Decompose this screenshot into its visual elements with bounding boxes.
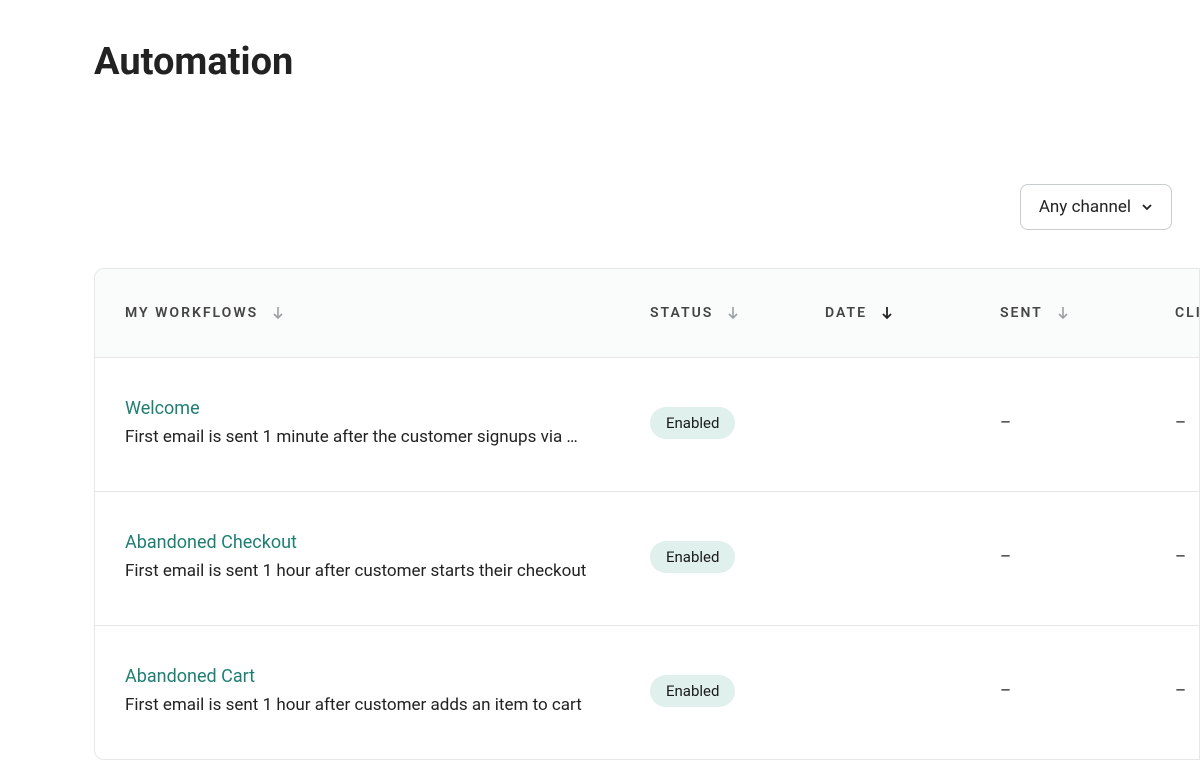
channel-filter-label: Any channel bbox=[1039, 197, 1131, 217]
workflow-cell: Abandoned Cart First email is sent 1 hou… bbox=[125, 666, 650, 715]
sent-cell: – bbox=[1000, 547, 1175, 567]
workflow-description: First email is sent 1 minute after the c… bbox=[125, 427, 630, 447]
click-cell: – bbox=[1175, 413, 1200, 433]
status-badge: Enabled bbox=[650, 675, 735, 707]
arrow-down-icon bbox=[879, 305, 895, 321]
workflow-cell: Welcome First email is sent 1 minute aft… bbox=[125, 398, 650, 447]
column-header-label: SENT bbox=[1000, 305, 1043, 321]
column-header-label: DATE bbox=[825, 305, 867, 321]
table-row: Abandoned Checkout First email is sent 1… bbox=[95, 492, 1199, 626]
sent-cell: – bbox=[1000, 413, 1175, 433]
arrow-down-icon bbox=[270, 305, 286, 321]
workflow-name-link[interactable]: Welcome bbox=[125, 398, 630, 419]
column-header-status[interactable]: STATUS bbox=[650, 305, 825, 321]
click-cell: – bbox=[1175, 681, 1200, 701]
workflows-table: MY WORKFLOWS STATUS DATE bbox=[94, 268, 1200, 760]
workflow-description: First email is sent 1 hour after custome… bbox=[125, 561, 630, 581]
page-title: Automation bbox=[94, 40, 1200, 84]
sent-cell: – bbox=[1000, 681, 1175, 701]
workflow-name-link[interactable]: Abandoned Checkout bbox=[125, 532, 630, 553]
click-cell: – bbox=[1175, 547, 1200, 567]
column-header-label: STATUS bbox=[650, 305, 713, 321]
column-header-workflows[interactable]: MY WORKFLOWS bbox=[125, 305, 650, 321]
workflow-cell: Abandoned Checkout First email is sent 1… bbox=[125, 532, 650, 581]
column-header-label: CLI bbox=[1175, 305, 1200, 321]
arrow-down-icon bbox=[725, 305, 741, 321]
status-badge: Enabled bbox=[650, 407, 735, 439]
status-badge: Enabled bbox=[650, 541, 735, 573]
column-header-label: MY WORKFLOWS bbox=[125, 305, 258, 321]
column-header-click[interactable]: CLI bbox=[1175, 305, 1200, 321]
status-cell: Enabled bbox=[650, 675, 825, 707]
workflow-name-link[interactable]: Abandoned Cart bbox=[125, 666, 630, 687]
table-header: MY WORKFLOWS STATUS DATE bbox=[95, 269, 1199, 358]
channel-filter-dropdown[interactable]: Any channel bbox=[1020, 184, 1172, 230]
status-cell: Enabled bbox=[650, 407, 825, 439]
arrow-down-icon bbox=[1055, 305, 1071, 321]
column-header-date[interactable]: DATE bbox=[825, 305, 1000, 321]
workflow-description: First email is sent 1 hour after custome… bbox=[125, 695, 630, 715]
filter-row: Any channel bbox=[94, 184, 1200, 230]
chevron-down-icon bbox=[1141, 201, 1153, 213]
table-row: Abandoned Cart First email is sent 1 hou… bbox=[95, 626, 1199, 759]
table-row: Welcome First email is sent 1 minute aft… bbox=[95, 358, 1199, 492]
status-cell: Enabled bbox=[650, 541, 825, 573]
column-header-sent[interactable]: SENT bbox=[1000, 305, 1175, 321]
